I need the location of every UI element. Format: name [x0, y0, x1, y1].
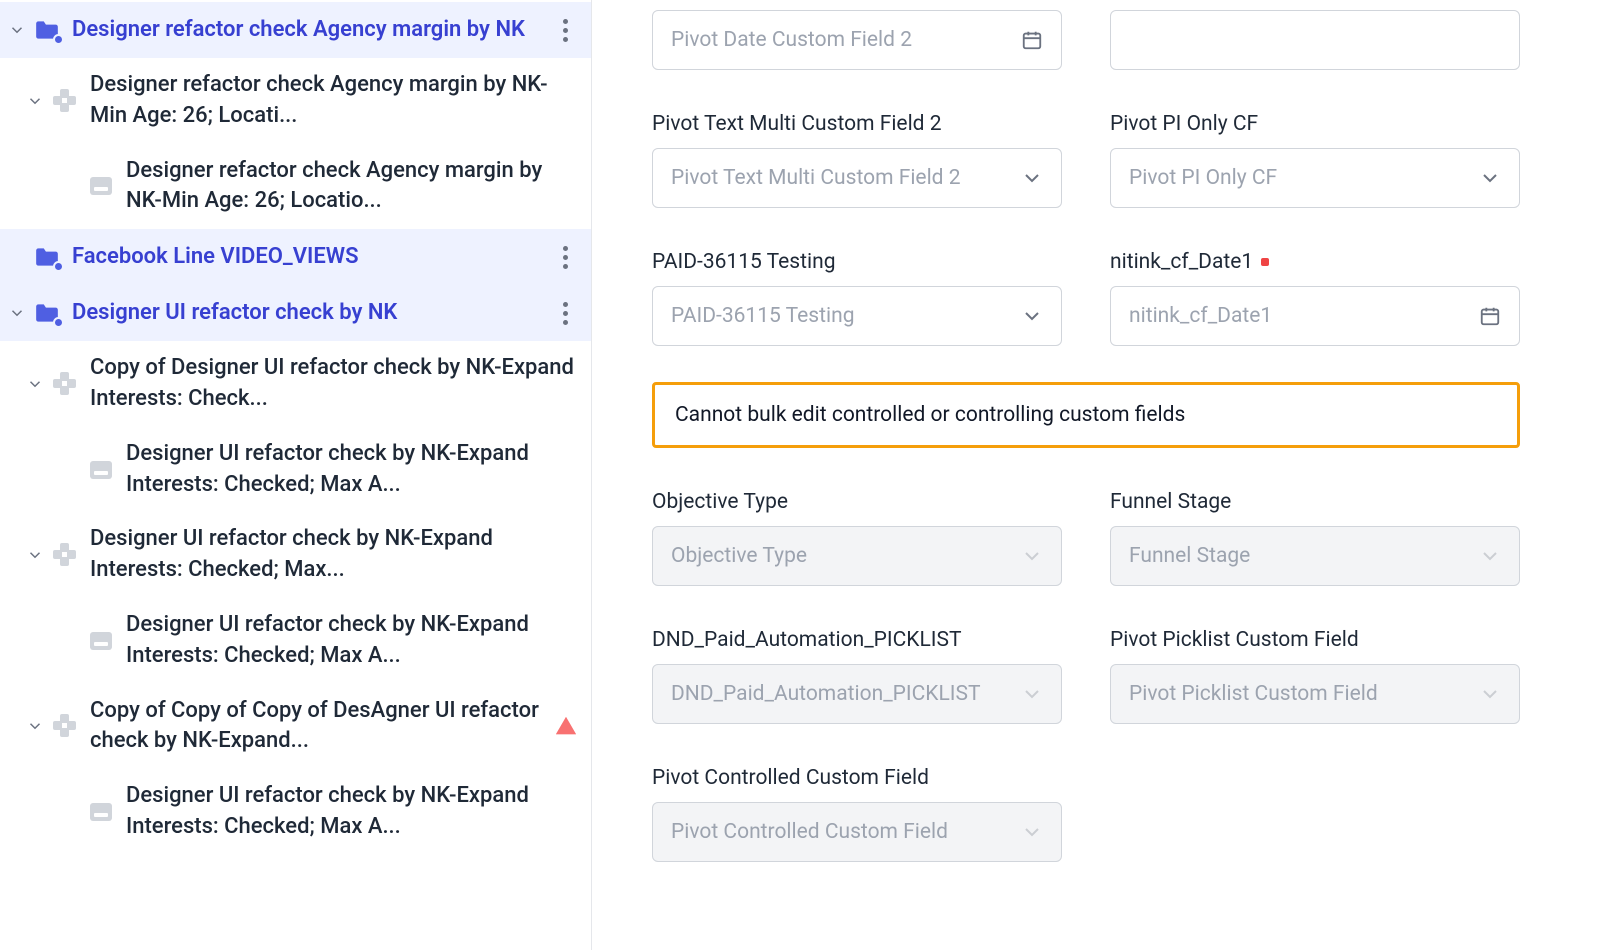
- tree-item-label[interactable]: Designer UI refactor check by NK-Expand …: [90, 524, 577, 586]
- placeholder: PAID-36115 Testing: [671, 304, 1021, 328]
- objective-type-select: Objective Type: [652, 526, 1062, 586]
- field-label: nitink_cf_Date1: [1110, 250, 1520, 274]
- pivot-controlled-cf-select: Pivot Controlled Custom Field: [652, 802, 1062, 862]
- field-label: Funnel Stage: [1110, 490, 1520, 514]
- chevron-down-icon[interactable]: [8, 304, 26, 322]
- folder-icon: [32, 15, 62, 45]
- required-indicator: [1261, 258, 1269, 266]
- chevron-down-icon: [1021, 683, 1043, 705]
- pivot-pi-only-cf-select[interactable]: Pivot PI Only CF: [1110, 148, 1520, 208]
- field-label: Pivot Controlled Custom Field: [652, 766, 1062, 790]
- chevron-down-icon: [1021, 545, 1043, 567]
- chevron-down-icon: [1021, 305, 1043, 327]
- tree-item-doc[interactable]: Designer UI refactor check by NK-Expand …: [0, 769, 591, 855]
- tree-item-doc[interactable]: Designer UI refactor check by NK-Expand …: [0, 427, 591, 513]
- calendar-icon: [1021, 29, 1043, 51]
- chevron-down-icon[interactable]: [8, 21, 26, 39]
- chevron-down-icon: [1479, 683, 1501, 705]
- pivot-picklist-cf-select: Pivot Picklist Custom Field: [1110, 664, 1520, 724]
- placeholder: Funnel Stage: [1129, 544, 1479, 568]
- doc-icon: [86, 626, 116, 656]
- kebab-icon[interactable]: [553, 14, 577, 46]
- placeholder: DND_Paid_Automation_PICKLIST: [671, 682, 1021, 706]
- folder-icon: [32, 298, 62, 328]
- group-icon: [50, 86, 80, 116]
- placeholder: Pivot PI Only CF: [1129, 166, 1479, 190]
- field-label: Pivot PI Only CF: [1110, 112, 1520, 136]
- field-label: Pivot Text Multi Custom Field 2: [652, 112, 1062, 136]
- field-label: DND_Paid_Automation_PICKLIST: [652, 628, 1062, 652]
- kebab-icon[interactable]: [553, 241, 577, 273]
- tree-item-folder[interactable]: Designer refactor check Agency margin by…: [0, 2, 591, 58]
- chevron-down-icon: [1479, 167, 1501, 189]
- chevron-down-icon[interactable]: [26, 375, 44, 393]
- funnel-stage-select: Funnel Stage: [1110, 526, 1520, 586]
- tree-item-label[interactable]: Designer UI refactor check by NK-Expand …: [126, 439, 577, 501]
- tree-item-label[interactable]: Designer UI refactor check by NK-Expand …: [126, 781, 577, 843]
- dnd-paid-automation-picklist-select: DND_Paid_Automation_PICKLIST: [652, 664, 1062, 724]
- chevron-down-icon[interactable]: [26, 546, 44, 564]
- tree-item-group[interactable]: Designer UI refactor check by NK-Expand …: [0, 512, 591, 598]
- tree-item-group[interactable]: Designer refactor check Agency margin by…: [0, 58, 591, 144]
- calendar-icon: [1479, 305, 1501, 327]
- placeholder: Objective Type: [671, 544, 1021, 568]
- placeholder: nitink_cf_Date1: [1129, 304, 1479, 328]
- kebab-icon[interactable]: [553, 297, 577, 329]
- chevron-down-icon[interactable]: [26, 92, 44, 110]
- tree-item-folder[interactable]: Designer UI refactor check by NK: [0, 285, 591, 341]
- tree-item-label[interactable]: Designer refactor check Agency margin by…: [126, 156, 577, 218]
- tree-item-doc[interactable]: Designer refactor check Agency margin by…: [0, 144, 591, 230]
- group-icon: [50, 540, 80, 570]
- warning-banner: Cannot bulk edit controlled or controlli…: [652, 382, 1520, 448]
- paid-36115-testing-select[interactable]: PAID-36115 Testing: [652, 286, 1062, 346]
- tree-item-folder[interactable]: Facebook Line VIDEO_VIEWS: [0, 229, 591, 285]
- placeholder: Pivot Picklist Custom Field: [1129, 682, 1479, 706]
- folder-icon: [32, 242, 62, 272]
- chevron-down-icon[interactable]: [26, 717, 44, 735]
- group-icon: [50, 369, 80, 399]
- pivot-date-cf2-input[interactable]: Pivot Date Custom Field 2: [652, 10, 1062, 70]
- pivot-text-multi-cf2-select[interactable]: Pivot Text Multi Custom Field 2: [652, 148, 1062, 208]
- field-label: Pivot Picklist Custom Field: [1110, 628, 1520, 652]
- tree-item-label[interactable]: Designer UI refactor check by NK-Expand …: [126, 610, 577, 672]
- sidebar: Designer refactor check Agency margin by…: [0, 0, 592, 950]
- tree-item-label[interactable]: Copy of Designer UI refactor check by NK…: [90, 353, 577, 415]
- warning-icon: [555, 715, 577, 737]
- field-label: Objective Type: [652, 490, 1062, 514]
- placeholder: Pivot Controlled Custom Field: [671, 820, 1021, 844]
- tree-item-label[interactable]: Copy of Copy of Copy of DesAgner UI refa…: [90, 696, 547, 758]
- placeholder: Pivot Date Custom Field 2: [671, 28, 1021, 52]
- nitink-cf-date1-input[interactable]: nitink_cf_Date1: [1110, 286, 1520, 346]
- field-label: PAID-36115 Testing: [652, 250, 1062, 274]
- empty-field[interactable]: [1110, 10, 1520, 70]
- tree-item-doc[interactable]: Designer UI refactor check by NK-Expand …: [0, 598, 591, 684]
- chevron-down-icon: [1021, 821, 1043, 843]
- form-panel: Pivot Date Custom Field 2 Pivot Text Mul…: [592, 0, 1606, 950]
- tree-item-label[interactable]: Designer refactor check Agency margin by…: [90, 70, 577, 132]
- label-text: nitink_cf_Date1: [1110, 250, 1253, 274]
- tree-item-group[interactable]: Copy of Designer UI refactor check by NK…: [0, 341, 591, 427]
- doc-icon: [86, 797, 116, 827]
- doc-icon: [86, 171, 116, 201]
- tree-item-label[interactable]: Facebook Line VIDEO_VIEWS: [72, 242, 545, 273]
- group-icon: [50, 711, 80, 741]
- placeholder: Pivot Text Multi Custom Field 2: [671, 166, 1021, 190]
- doc-icon: [86, 455, 116, 485]
- tree-item-label[interactable]: Designer refactor check Agency margin by…: [72, 15, 545, 46]
- chevron-down-icon: [1021, 167, 1043, 189]
- tree-item-label[interactable]: Designer UI refactor check by NK: [72, 298, 545, 329]
- chevron-down-icon: [1479, 545, 1501, 567]
- tree-item-group[interactable]: Copy of Copy of Copy of DesAgner UI refa…: [0, 684, 591, 770]
